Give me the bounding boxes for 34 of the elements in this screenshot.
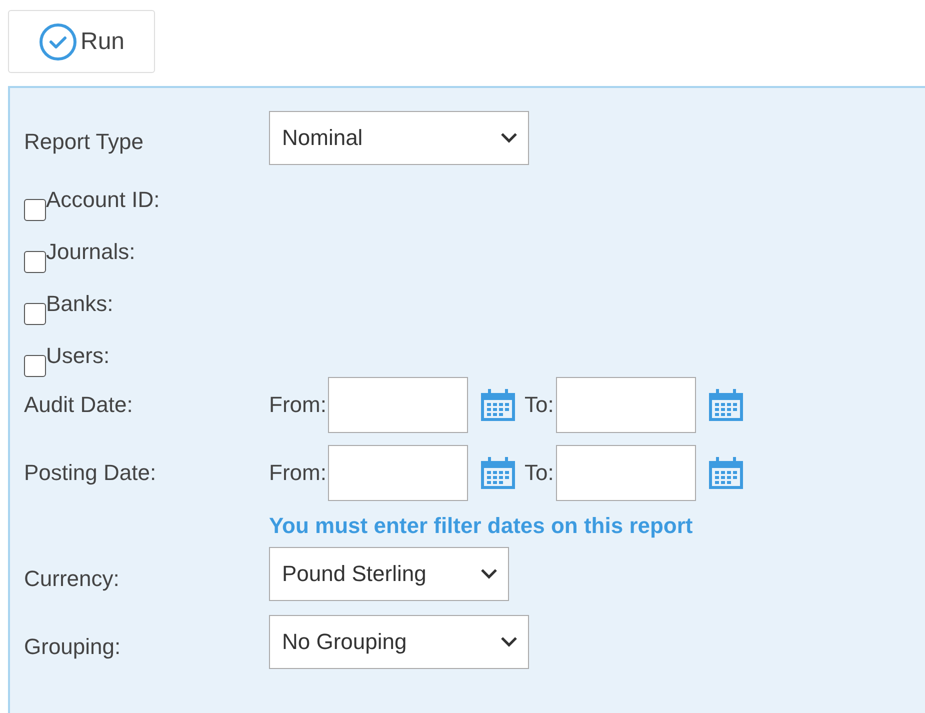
to-label: To:	[524, 392, 554, 418]
checkbox-label: Account ID:	[46, 187, 160, 213]
chevron-icon	[500, 132, 518, 144]
from-label: From:	[269, 392, 326, 418]
grouping-select[interactable]: No Grouping	[269, 615, 529, 669]
run-button[interactable]: Run	[8, 10, 155, 73]
date-input[interactable]	[328, 445, 468, 501]
checkbox-label: Journals:	[46, 239, 136, 265]
calendar-icon[interactable]	[480, 388, 516, 422]
calendar-icon[interactable]	[708, 456, 744, 490]
checkbox[interactable]	[24, 303, 46, 325]
checkbox-label: Banks:	[46, 291, 114, 317]
date-input[interactable]	[556, 377, 696, 433]
calendar-icon[interactable]	[708, 388, 744, 422]
calendar-icon[interactable]	[480, 456, 516, 490]
field-label: Currency:	[24, 565, 120, 592]
checkbox[interactable]	[24, 251, 46, 273]
field-label: Audit Date:	[24, 392, 134, 418]
chevron-icon	[500, 636, 518, 648]
checkbox[interactable]	[24, 199, 46, 221]
report-type-select[interactable]: Nominal	[269, 111, 529, 165]
to-label: To:	[524, 460, 554, 486]
date-input[interactable]	[556, 445, 696, 501]
chevron-icon	[480, 568, 498, 580]
field-label: Report Type	[24, 128, 144, 155]
warning-message: You must enter filter dates on this report	[269, 513, 694, 540]
checkbox[interactable]	[24, 355, 46, 377]
field-label: Posting Date:	[24, 460, 158, 486]
checkbox-label: Users:	[46, 343, 110, 369]
from-label: From:	[269, 460, 326, 486]
date-input[interactable]	[328, 377, 468, 433]
field-label: Grouping:	[24, 633, 122, 660]
check-circle-icon	[38, 22, 78, 62]
currency-select[interactable]: Pound Sterling	[269, 547, 509, 601]
